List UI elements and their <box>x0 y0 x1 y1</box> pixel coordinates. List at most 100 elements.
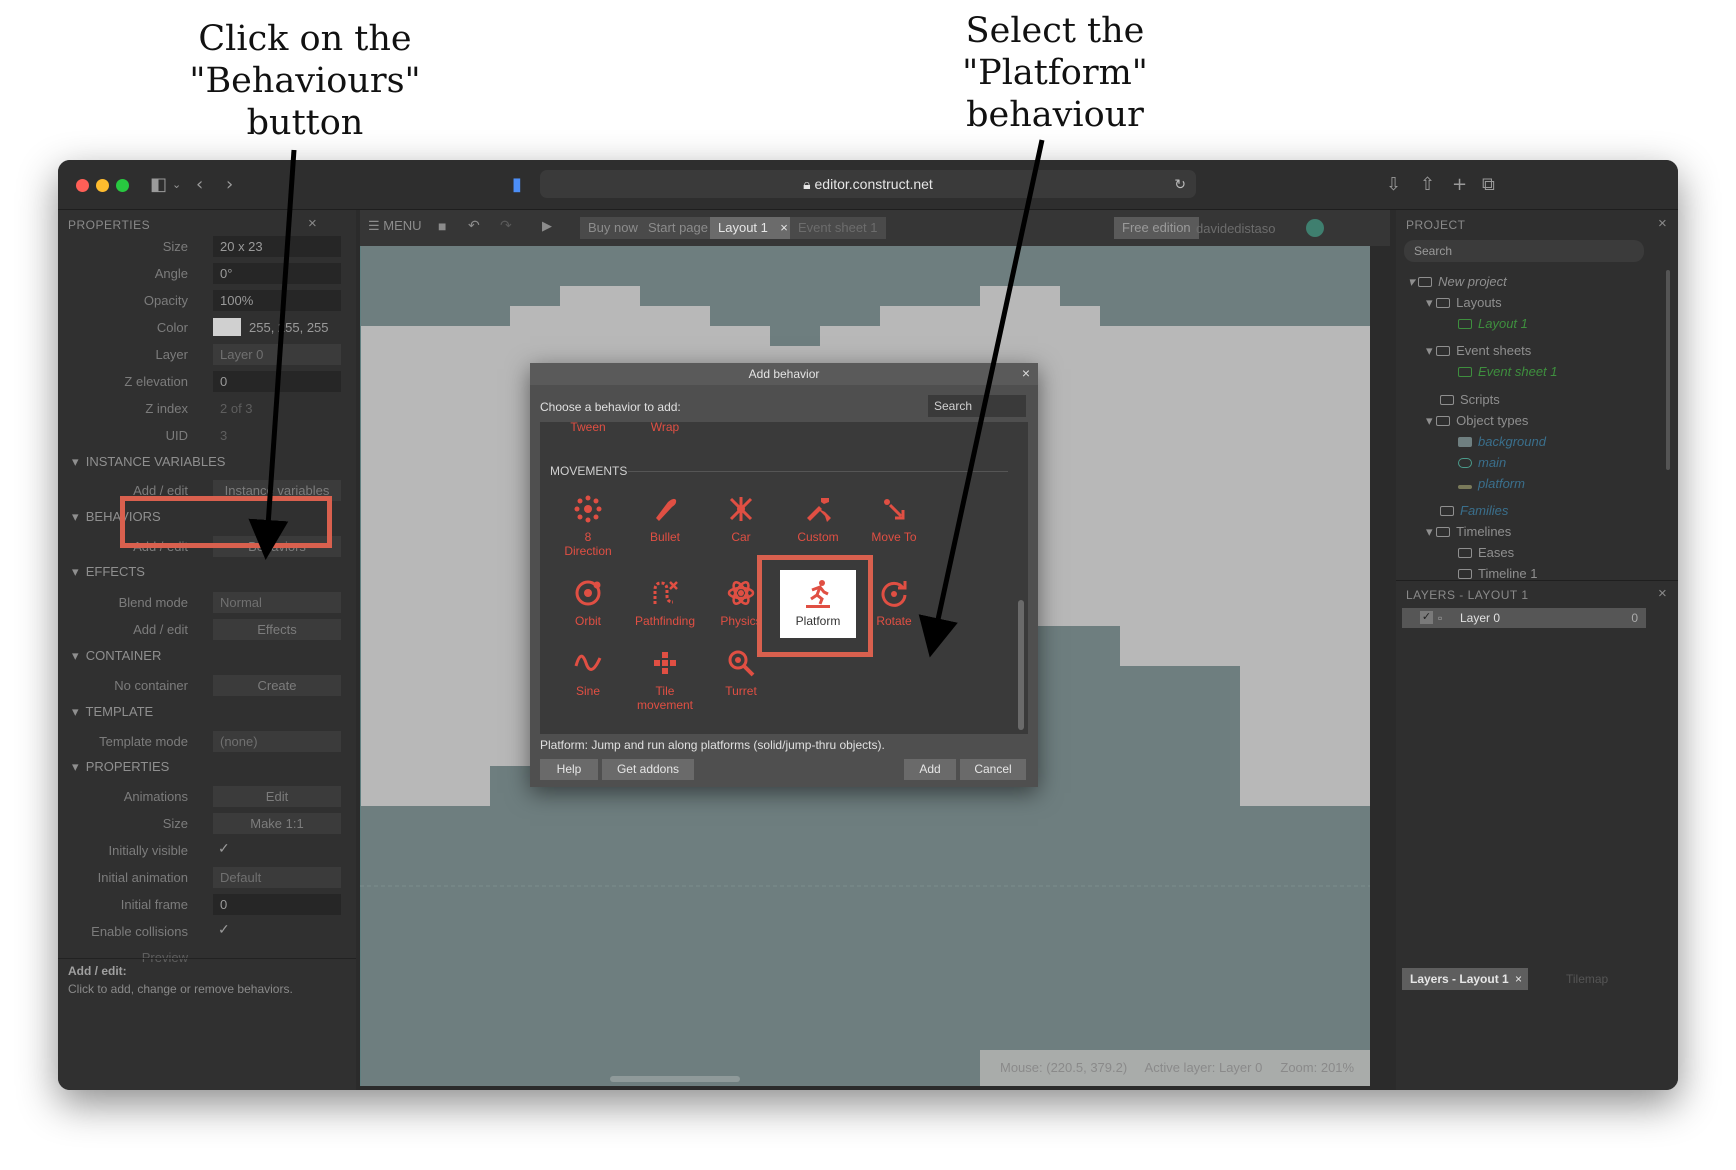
cancel-button[interactable]: Cancel <box>960 759 1026 780</box>
tree-item-main[interactable]: main <box>1458 455 1506 470</box>
tabs-overview-icon[interactable]: ⧉ <box>1482 173 1495 197</box>
horizontal-scrollbar[interactable] <box>610 1076 740 1082</box>
layer-select[interactable]: Layer 0 <box>213 344 341 365</box>
property-row-initial-animation: Initial animation Default <box>58 867 348 889</box>
close-icon[interactable]: × <box>1515 968 1522 990</box>
menu-button[interactable]: ☰ MENU <box>368 218 422 234</box>
property-label: UID <box>165 428 188 443</box>
behavior-search-input[interactable]: Search <box>928 395 1026 417</box>
close-icon[interactable]: × <box>1658 215 1667 232</box>
close-icon[interactable]: × <box>308 215 317 232</box>
behavior-wrap[interactable]: Wrap <box>627 422 703 434</box>
section-title: INSTANCE VARIABLES <box>85 454 226 469</box>
initial-animation-select[interactable]: Default <box>213 867 341 888</box>
tree-item-new-project[interactable]: ▾ New project <box>1408 274 1507 290</box>
initially-visible-checkbox[interactable]: ✓ <box>218 840 230 857</box>
tab-layout-1[interactable]: Layout 1 × <box>710 217 794 239</box>
sidebar-toggle-icon[interactable]: ◧ <box>150 173 167 197</box>
back-icon[interactable]: ‹ <box>196 173 203 197</box>
lock-icon[interactable]: ▫ <box>1438 608 1442 628</box>
edit-animations-button[interactable]: Edit <box>213 786 341 807</box>
new-tab-icon[interactable]: + <box>1452 173 1467 197</box>
address-bar[interactable]: 🔒︎ editor.construct.net ↻ <box>540 170 1196 198</box>
color-swatch[interactable] <box>213 318 241 336</box>
user-name[interactable]: davidedistaso <box>1196 221 1276 236</box>
color-field[interactable]: 255, 255, 255 <box>213 317 341 338</box>
avatar[interactable] <box>1306 219 1324 237</box>
save-icon[interactable]: ■ <box>438 218 446 234</box>
tree-item-families[interactable]: Families <box>1440 503 1508 518</box>
layer-row[interactable]: ✓ ▫ Layer 0 0 <box>1402 608 1646 628</box>
redo-icon[interactable]: ↷ <box>500 217 512 234</box>
project-search-input[interactable]: Search <box>1404 240 1644 262</box>
behavior-tile-movement[interactable]: Tile movement <box>627 648 703 712</box>
platform-highlight-box <box>757 555 873 657</box>
close-window-button[interactable] <box>76 179 89 192</box>
section-properties[interactable]: ▾ PROPERTIES <box>72 759 169 775</box>
blend-mode-select[interactable]: Normal <box>213 592 341 613</box>
z-elevation-field[interactable]: 0 <box>213 371 341 392</box>
behavior-move-to[interactable]: Move To <box>856 494 932 544</box>
effects-button[interactable]: Effects <box>213 619 341 640</box>
forward-icon[interactable]: › <box>226 173 233 197</box>
behavior-pathfinding[interactable]: Pathfinding <box>627 578 703 628</box>
close-icon[interactable]: × <box>1022 365 1030 381</box>
add-button[interactable]: Add <box>904 759 956 780</box>
property-label: No container <box>114 678 188 693</box>
zoom-window-button[interactable] <box>116 179 129 192</box>
download-icon[interactable]: ⇩ <box>1386 173 1401 197</box>
initial-frame-field[interactable]: 0 <box>213 894 341 915</box>
behavior-car[interactable]: Car <box>703 494 779 544</box>
tree-item-layouts[interactable]: ▾ Layouts <box>1426 295 1502 311</box>
chevron-down-icon[interactable]: ⌄ <box>172 173 181 197</box>
section-effects[interactable]: ▾ EFFECTS <box>72 564 145 580</box>
layer-visible-checkbox[interactable]: ✓ <box>1420 611 1433 624</box>
enable-collisions-checkbox[interactable]: ✓ <box>218 921 230 938</box>
tree-item-object-types[interactable]: ▾ Object types <box>1426 413 1528 429</box>
behavior-list-scrollbar[interactable] <box>1018 600 1024 730</box>
template-mode-select[interactable]: (none) <box>213 731 341 752</box>
undo-icon[interactable]: ↶ <box>468 217 480 234</box>
reload-icon[interactable]: ↻ <box>1174 170 1186 198</box>
section-template[interactable]: ▾ TEMPLATE <box>72 704 153 720</box>
get-addons-button[interactable]: Get addons <box>602 759 694 780</box>
behavior-custom[interactable]: Custom <box>780 494 856 544</box>
behavior-sine[interactable]: Sine <box>550 648 626 698</box>
tab-event-sheet-1[interactable]: Event sheet 1 <box>790 217 886 239</box>
create-container-button[interactable]: Create <box>213 675 341 696</box>
tree-item-eases[interactable]: Eases <box>1458 545 1514 560</box>
project-scrollbar[interactable] <box>1666 270 1670 470</box>
close-icon[interactable]: × <box>780 217 788 239</box>
help-button[interactable]: Help <box>540 759 598 780</box>
close-icon[interactable]: × <box>1658 585 1667 602</box>
make-one-to-one-button[interactable]: Make 1:1 <box>213 813 341 834</box>
tree-item-timelines[interactable]: ▾ Timelines <box>1426 524 1511 540</box>
tab-buy-now[interactable]: Buy now <box>580 217 646 239</box>
section-title: CONTAINER <box>85 648 162 663</box>
section-container[interactable]: ▾ CONTAINER <box>72 648 161 664</box>
opacity-field[interactable]: 100% <box>213 290 341 311</box>
help-text: Click to add, change or remove behaviors… <box>68 982 293 996</box>
tree-item-timeline-1[interactable]: Timeline 1 <box>1458 566 1537 581</box>
tree-item-background[interactable]: background <box>1458 434 1546 449</box>
share-icon[interactable]: ⇧ <box>1420 173 1435 197</box>
angle-field[interactable]: 0° <box>213 263 341 284</box>
behavior-bullet[interactable]: Bullet <box>627 494 703 544</box>
minimize-window-button[interactable] <box>96 179 109 192</box>
tab-tilemap[interactable]: Tilemap <box>1566 972 1608 986</box>
tree-item-event-sheets[interactable]: ▾ Event sheets <box>1426 343 1531 359</box>
play-icon[interactable]: ▶ <box>542 218 552 234</box>
tree-item-platform[interactable]: platform <box>1458 476 1525 491</box>
tab-layers-layout-1[interactable]: Layers - Layout 1 × <box>1402 968 1528 990</box>
section-instance-variables[interactable]: ▾ INSTANCE VARIABLES <box>72 454 225 470</box>
tab-start-page[interactable]: Start page <box>640 217 716 239</box>
free-edition-badge[interactable]: Free edition <box>1114 217 1199 239</box>
behavior-tween[interactable]: Tween <box>550 422 626 434</box>
tree-item-event-sheet-1[interactable]: Event sheet 1 <box>1458 364 1558 379</box>
behavior-8-direction[interactable]: 8 Direction <box>550 494 626 558</box>
tree-item-scripts[interactable]: Scripts <box>1440 392 1500 407</box>
behavior-orbit[interactable]: Orbit <box>550 578 626 628</box>
tree-item-layout-1[interactable]: Layout 1 <box>1458 316 1528 331</box>
size-field[interactable]: 20 x 23 <box>213 236 341 257</box>
annotation-line: "Behaviours" <box>189 61 421 101</box>
